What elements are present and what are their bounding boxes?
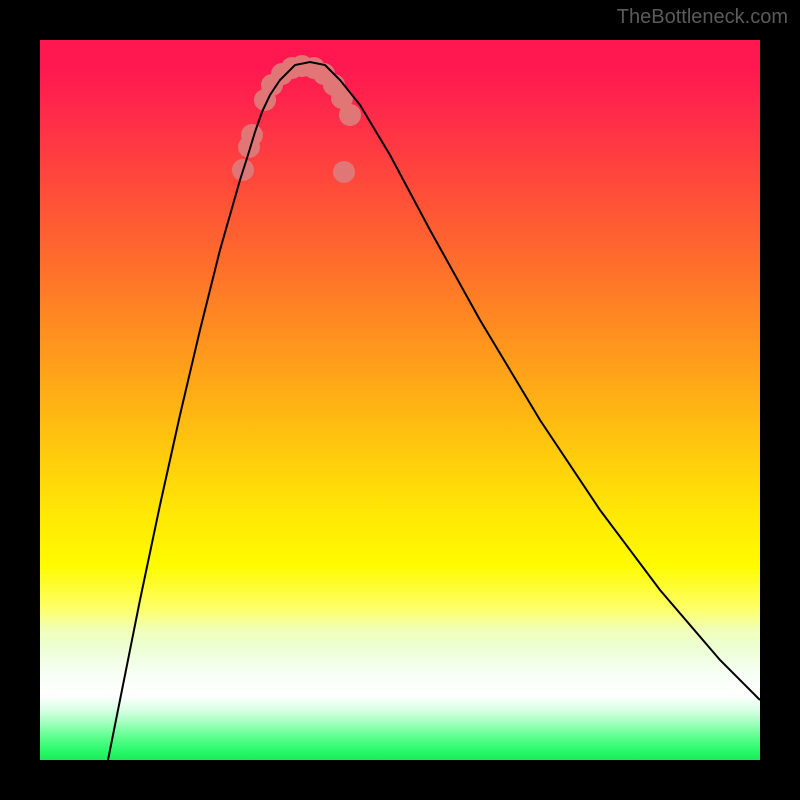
- bottleneck-curve: [108, 62, 760, 760]
- plot-area: [40, 40, 760, 760]
- chart-svg: [40, 40, 760, 760]
- data-marker: [333, 161, 355, 183]
- watermark-text: TheBottleneck.com: [617, 6, 788, 29]
- marker-group: [232, 55, 361, 183]
- data-marker: [339, 104, 361, 126]
